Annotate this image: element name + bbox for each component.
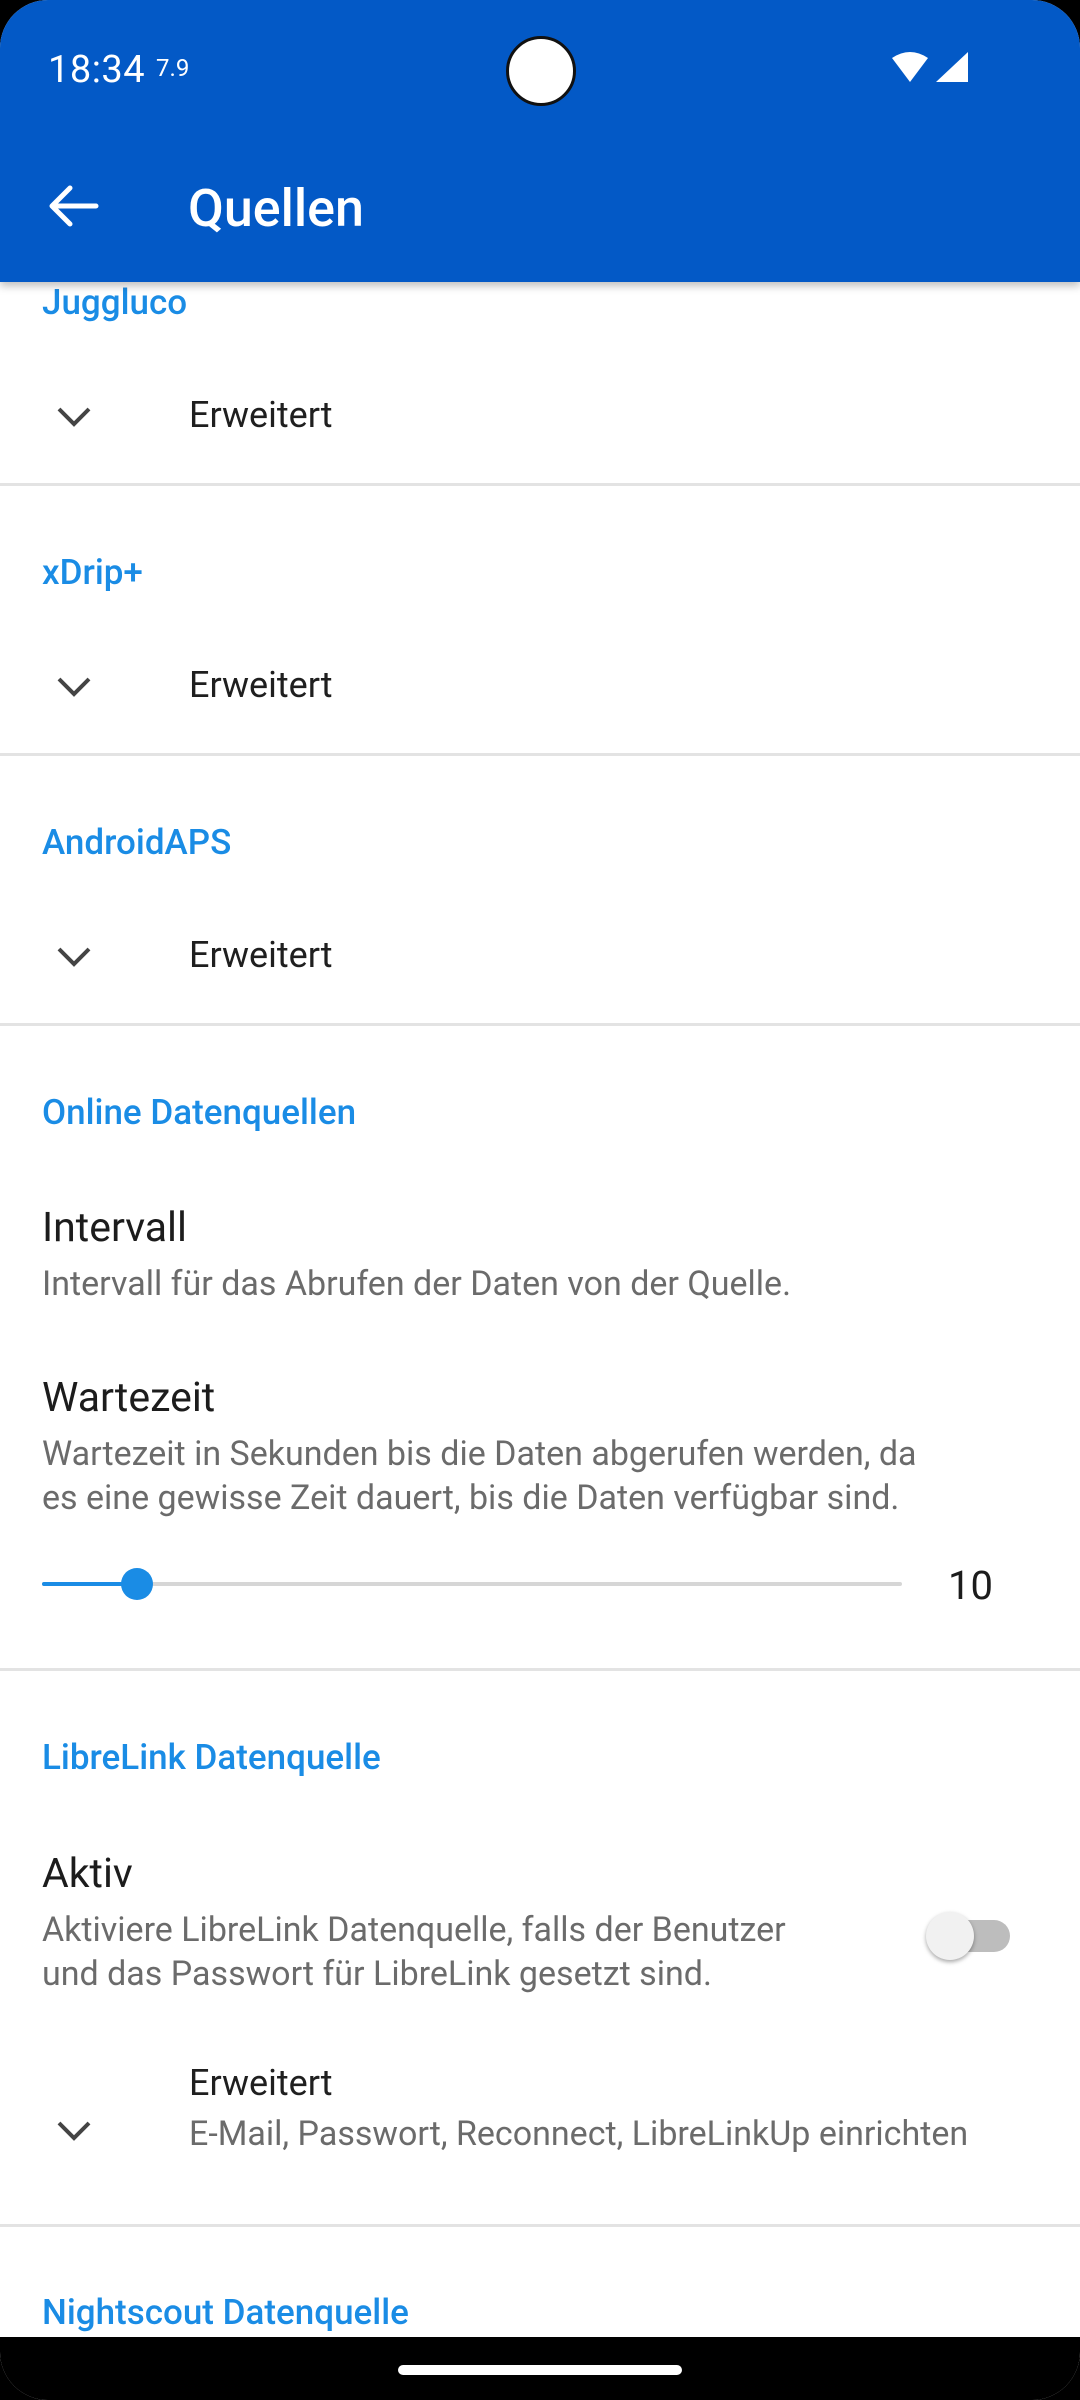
category-librelink: LibreLink Datenquelle [42, 1737, 381, 1778]
expand-summary: E-Mail, Passwort, Reconnect, LibreLinkUp… [189, 2114, 969, 2154]
chevron-down-icon [57, 407, 91, 427]
interval-title: Intervall [42, 1204, 188, 1252]
settings-list[interactable]: Juggluco Erweitert xDrip+ Erweitert Andr… [0, 282, 1080, 2337]
slider-track[interactable] [42, 1582, 902, 1586]
category-juggluco: Juggluco [42, 282, 188, 323]
interval-summary: Intervall für das Abrufen der Daten von … [42, 1264, 792, 1304]
juggluco-advanced-row[interactable]: Erweitert [0, 367, 1080, 467]
page-title: Quellen [188, 178, 364, 239]
expand-label: Erweitert [189, 664, 333, 706]
divider [0, 1023, 1080, 1026]
librelink-advanced-row[interactable]: Erweitert E-Mail, Passwort, Reconnect, L… [0, 2062, 1080, 2182]
chevron-down-icon [57, 677, 91, 697]
wait-time-summary-line1: Wartezeit in Sekunden bis die Daten abge… [42, 1434, 917, 1474]
expand-label: Erweitert [189, 2062, 333, 2104]
status-bar: 18:34 7.9 [0, 0, 1080, 140]
wait-time-summary-line2: es eine gewisse Zeit dauert, bis die Dat… [42, 1478, 900, 1518]
category-androidaps: AndroidAPS [42, 822, 232, 863]
category-xdrip: xDrip+ [42, 552, 143, 593]
arrow-back-icon[interactable] [44, 176, 104, 236]
active-summary: Aktiviere LibreLink Datenquelle, falls d… [42, 1908, 786, 1996]
wifi-signal-icon [892, 52, 968, 82]
divider [0, 753, 1080, 756]
camera-cutout [506, 36, 576, 106]
divider [0, 1668, 1080, 1671]
wait-time-title: Wartezeit [42, 1374, 216, 1422]
app-bar: 18:34 7.9 Quellen [0, 0, 1080, 282]
chevron-down-icon [57, 2121, 91, 2141]
category-online: Online Datenquellen [42, 1092, 357, 1133]
chevron-down-icon [57, 947, 91, 967]
divider [0, 483, 1080, 486]
expand-label: Erweitert [189, 934, 333, 976]
slider-thumb[interactable] [120, 1568, 153, 1600]
status-time: 18:34 [48, 48, 146, 92]
divider [0, 2224, 1080, 2227]
expand-label: Erweitert [189, 394, 333, 436]
status-extra: 7.9 [156, 54, 190, 82]
category-nightscout: Nightscout Datenquelle [42, 2292, 409, 2333]
gesture-handle[interactable] [398, 2365, 682, 2375]
active-title: Aktiv [42, 1850, 133, 1898]
active-switch-thumb[interactable] [926, 1912, 974, 1960]
aaps-advanced-row[interactable]: Erweitert [0, 907, 1080, 1007]
slider-value: 10 [948, 1562, 993, 1609]
active-summary-line1: Aktiviere LibreLink Datenquelle, falls d… [42, 1910, 786, 1950]
active-summary-line2: und das Passwort für LibreLink gesetzt s… [42, 1954, 712, 1994]
screen: 18:34 7.9 Quellen Juggluco Erweitert xDr… [0, 0, 1080, 2400]
xdrip-advanced-row[interactable]: Erweitert [0, 637, 1080, 737]
wait-time-summary: Wartezeit in Sekunden bis die Daten abge… [42, 1432, 917, 1520]
